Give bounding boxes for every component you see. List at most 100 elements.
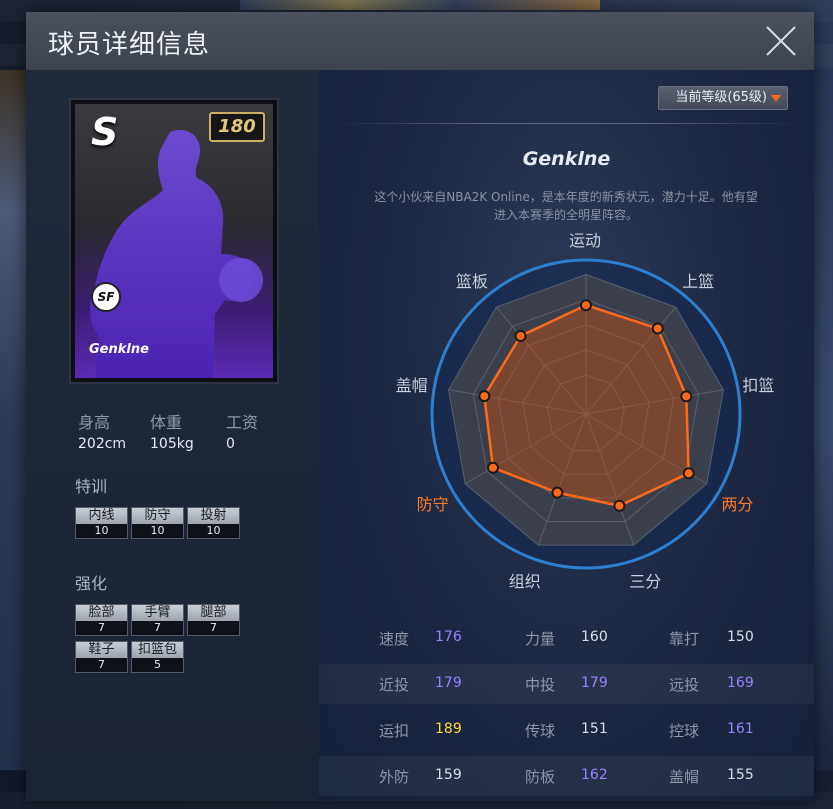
enhance-chip: 脸部 7 <box>75 604 128 636</box>
stat-name: 远投 <box>669 676 700 694</box>
stat-row: 外防 159 防板 162 盖帽 155 <box>319 756 814 796</box>
chip-name: 防守 <box>132 508 183 524</box>
stat-value: 179 <box>435 675 462 691</box>
stat-name: 外防 <box>379 768 410 786</box>
radar-axis-label: 盖帽 <box>395 376 428 396</box>
stat-name: 盖帽 <box>669 768 700 786</box>
enhance-chip: 扣篮包 5 <box>131 641 184 673</box>
background-accent-top <box>240 0 600 10</box>
right-panel: 当前等级(65级) Genklne 这个小伙来自NBA2K Online，是本年… <box>319 70 814 801</box>
radar-point <box>580 299 592 312</box>
stat-name: 靠打 <box>669 630 700 648</box>
chip-value: 10 <box>188 524 239 538</box>
card-grade: S <box>91 110 119 154</box>
stat-name: 速度 <box>379 630 410 648</box>
radar-axis-label: 三分 <box>629 572 662 592</box>
training-chip: 投射 10 <box>187 507 240 539</box>
chip-name: 手臂 <box>132 605 183 621</box>
stat-name: 防板 <box>525 768 556 786</box>
chip-name: 腿部 <box>188 605 239 621</box>
stat-value: 155 <box>727 767 754 783</box>
chip-value: 7 <box>132 621 183 635</box>
chip-name: 投射 <box>188 508 239 524</box>
enhance-chip: 腿部 7 <box>187 604 240 636</box>
modal-title: 球员详细信息 <box>48 30 211 60</box>
stat-name: 力量 <box>525 630 556 648</box>
stat-value: 162 <box>581 767 608 783</box>
training-chip: 内线 10 <box>75 507 128 539</box>
radar-point <box>478 390 491 403</box>
stat-value: 160 <box>581 629 608 645</box>
stat-value: 189 <box>435 721 462 737</box>
stat-row: 近投 179 中投 179 远投 169 <box>319 664 814 704</box>
radar-point <box>613 499 626 512</box>
physical-labels: 身高 体重 工资 <box>78 409 288 433</box>
radar-chart-graphic <box>430 258 742 570</box>
radar-point <box>680 390 693 403</box>
close-icon <box>766 26 796 56</box>
background-accent-left <box>0 70 26 770</box>
chevron-down-icon <box>771 95 781 102</box>
stat-name: 传球 <box>525 722 556 740</box>
player-card: S 180 SF Genklne <box>69 98 279 384</box>
divider <box>333 123 803 124</box>
chip-name: 内线 <box>76 508 127 524</box>
radar-axis-label: 防守 <box>416 495 449 514</box>
position-badge: SF <box>91 282 121 312</box>
weight-value: 105kg <box>150 436 194 452</box>
radar-axis-label: 两分 <box>721 495 754 514</box>
close-button[interactable] <box>764 24 798 58</box>
stat-value: 179 <box>581 675 608 691</box>
stat-value: 151 <box>581 721 608 737</box>
chip-value: 7 <box>76 658 127 672</box>
card-player-name: Genklne <box>89 342 149 357</box>
radar-chart: 运动上篮扣篮两分三分 组织 防守 盖帽 篮板 <box>319 231 814 594</box>
chip-name: 鞋子 <box>76 642 127 658</box>
chip-value: 7 <box>188 621 239 635</box>
card-art: S 180 SF Genklne <box>75 104 273 378</box>
height-value: 202cm <box>78 436 127 452</box>
radar-axis-label: 篮板 <box>455 272 488 292</box>
weight-label: 体重 <box>150 413 183 432</box>
stat-value: 159 <box>435 767 462 783</box>
chip-value: 10 <box>132 524 183 538</box>
salary-value: 0 <box>226 436 235 452</box>
stat-name: 控球 <box>669 722 700 740</box>
radar-point <box>486 461 499 474</box>
player-name: Genklne <box>522 148 611 170</box>
height-label: 身高 <box>78 413 111 432</box>
level-dropdown-label: 当前等级(65级) <box>675 90 767 105</box>
player-detail-modal: 球员详细信息 S 180 SF Genklne 身高 体重 工资 202cm 1… <box>26 12 814 801</box>
enhance-label: 强化 <box>75 574 108 593</box>
chip-name: 脸部 <box>76 605 127 621</box>
training-chip: 防守 10 <box>131 507 184 539</box>
radar-point <box>551 486 564 499</box>
stat-name: 运扣 <box>379 722 410 740</box>
modal-header: 球员详细信息 <box>26 12 814 71</box>
chip-value: 7 <box>76 621 127 635</box>
radar-axis-label: 组织 <box>508 572 541 592</box>
stat-row: 运扣 189 传球 151 控球 161 <box>319 710 814 750</box>
stat-value: 161 <box>727 721 754 737</box>
radar-point <box>514 329 527 342</box>
stat-name: 中投 <box>525 676 556 694</box>
chip-value: 10 <box>76 524 127 538</box>
radar-axis-label: 上篮 <box>682 272 715 292</box>
radar-axis-label: 运动 <box>569 231 602 250</box>
radar-point <box>651 322 664 335</box>
level-dropdown[interactable]: 当前等级(65级) <box>658 86 788 110</box>
stat-value: 176 <box>435 629 462 645</box>
physical-values: 202cm 105kg 0 <box>78 436 288 452</box>
stat-value: 150 <box>727 629 754 645</box>
training-label: 特训 <box>75 477 108 496</box>
left-panel: S 180 SF Genklne 身高 体重 工资 202cm 105kg 0 … <box>26 70 319 801</box>
enhance-chip: 手臂 7 <box>131 604 184 636</box>
stat-row: 速度 176 力量 160 靠打 150 <box>319 618 814 658</box>
card-overall-badge: 180 <box>209 112 265 142</box>
chip-value: 5 <box>132 658 183 672</box>
radar-point <box>682 467 695 480</box>
chip-name: 扣篮包 <box>132 642 183 658</box>
radar-axis-label: 扣篮 <box>742 376 775 396</box>
player-description: 这个小伙来自NBA2K Online，是本年度的新秀状元，潜力十足。他有望进入本… <box>374 190 758 222</box>
stat-value: 169 <box>727 675 754 691</box>
